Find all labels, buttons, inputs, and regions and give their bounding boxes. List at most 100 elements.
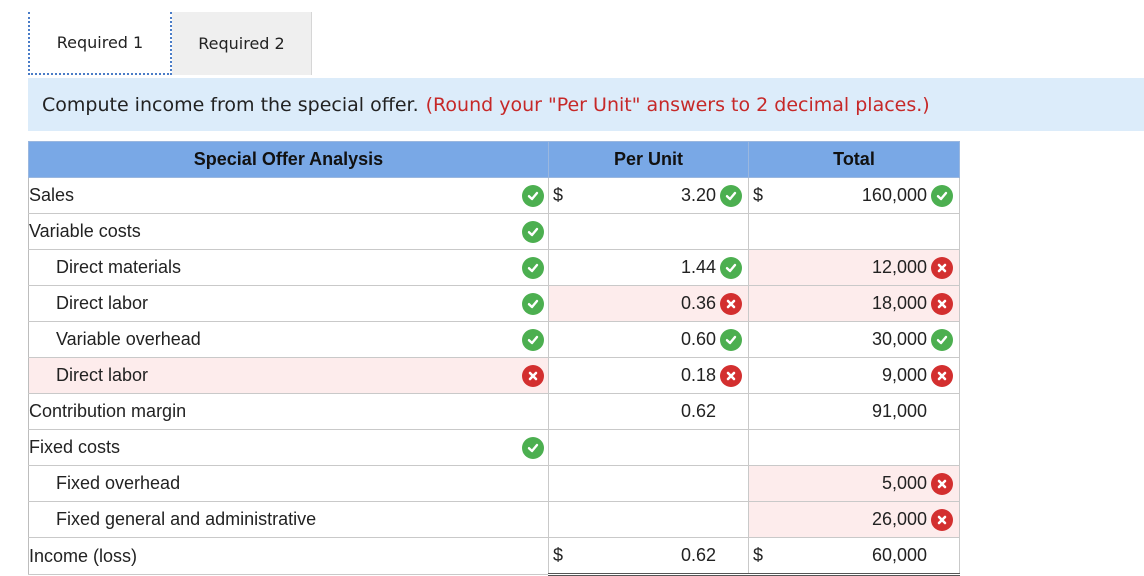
total-empty-icon-slot <box>931 221 953 243</box>
special-offer-table: Special Offer Analysis Per Unit Total Sa… <box>28 141 960 576</box>
row-label-cell[interactable]: Fixed costs <box>28 429 549 466</box>
row-label: Direct labor <box>56 293 149 313</box>
row-label-cell[interactable]: Variable overhead <box>28 321 549 358</box>
check-circle-icon <box>522 292 544 315</box>
row-label-cell[interactable]: Contribution margin <box>28 393 549 430</box>
per-unit-cell[interactable] <box>548 501 749 538</box>
per-unit-cell[interactable]: 0.62 <box>548 393 749 430</box>
check-circle-icon <box>720 328 742 351</box>
label-empty-icon-slot <box>522 401 544 423</box>
check-circle-icon <box>522 328 544 351</box>
total-empty-icon-slot <box>931 545 953 567</box>
check-circle-icon <box>720 256 742 279</box>
per-unit-cell[interactable] <box>548 465 749 502</box>
check-circle-icon <box>931 328 953 351</box>
per-unit-value: 0.62 <box>680 401 716 421</box>
table-row: Income (loss) $0.62 $60,000 <box>28 537 960 576</box>
row-label: Fixed costs <box>29 437 121 457</box>
total-cell[interactable]: 12,000 <box>748 249 960 286</box>
check-circle-icon <box>720 184 742 207</box>
total-dollar-sign: $ <box>753 545 764 565</box>
cross-circle-icon <box>931 256 953 279</box>
per-unit-empty-icon-slot <box>720 509 742 531</box>
cross-circle-icon <box>720 292 742 315</box>
per-unit-cell[interactable] <box>548 429 749 466</box>
total-cell[interactable]: 30,000 <box>748 321 960 358</box>
table-row: Variable costs <box>28 213 960 250</box>
total-value: 5,000 <box>881 473 927 493</box>
check-circle-icon <box>931 184 953 207</box>
tab-bar: Required 1 Required 2 <box>28 12 312 75</box>
table-row: Fixed general and administrative 26,000 <box>28 501 960 538</box>
table-row: Direct labor 0.36 18,000 <box>28 285 960 322</box>
table-row: Sales $3.20 $160,000 <box>28 177 960 214</box>
instruction-note: (Round your "Per Unit" answers to 2 deci… <box>425 93 930 116</box>
per-unit-empty-icon-slot <box>720 473 742 495</box>
cross-circle-icon <box>931 364 953 387</box>
tab-required-2[interactable]: Required 2 <box>172 12 312 75</box>
row-label-cell[interactable]: Direct labor <box>28 357 549 394</box>
header-total: Total <box>748 141 960 178</box>
row-label-cell[interactable]: Income (loss) <box>28 537 549 575</box>
row-label: Contribution margin <box>29 401 187 421</box>
per-unit-cell[interactable]: $3.20 <box>548 177 749 214</box>
total-cell[interactable]: 9,000 <box>748 357 960 394</box>
per-unit-cell[interactable]: 0.18 <box>548 357 749 394</box>
per-unit-empty-icon-slot <box>720 221 742 243</box>
total-empty-icon-slot <box>931 401 953 423</box>
per-unit-value: 0.36 <box>680 293 716 313</box>
per-unit-cell[interactable]: 0.36 <box>548 285 749 322</box>
tab-required-1[interactable]: Required 1 <box>28 12 172 75</box>
header-special-offer-analysis: Special Offer Analysis <box>28 141 549 178</box>
total-cell[interactable]: $60,000 <box>748 537 960 576</box>
per-unit-cell[interactable]: 1.44 <box>548 249 749 286</box>
row-label: Direct labor <box>56 365 149 385</box>
table-header-row: Special Offer Analysis Per Unit Total <box>28 141 960 178</box>
total-value: 160,000 <box>861 185 927 205</box>
label-empty-icon-slot <box>522 473 544 495</box>
total-cell[interactable] <box>748 213 960 250</box>
cross-circle-icon <box>931 508 953 531</box>
total-cell[interactable]: 26,000 <box>748 501 960 538</box>
total-value: 91,000 <box>871 401 927 421</box>
row-label: Sales <box>29 185 75 205</box>
total-value: 18,000 <box>871 293 927 313</box>
total-value: 30,000 <box>871 329 927 349</box>
per-unit-dollar-sign: $ <box>553 185 564 205</box>
row-label-cell[interactable]: Fixed general and administrative <box>28 501 549 538</box>
check-circle-icon <box>522 256 544 279</box>
row-label-cell[interactable]: Variable costs <box>28 213 549 250</box>
row-label-cell[interactable]: Direct labor <box>28 285 549 322</box>
per-unit-cell[interactable]: 0.60 <box>548 321 749 358</box>
row-label: Fixed overhead <box>56 473 181 493</box>
per-unit-cell[interactable]: $0.62 <box>548 537 749 576</box>
total-value: 26,000 <box>871 509 927 529</box>
row-label: Variable costs <box>29 221 141 241</box>
total-cell[interactable]: $160,000 <box>748 177 960 214</box>
total-cell[interactable]: 91,000 <box>748 393 960 430</box>
per-unit-value: 0.62 <box>680 545 716 565</box>
cross-circle-icon <box>931 292 953 315</box>
row-label-cell[interactable]: Sales <box>28 177 549 214</box>
header-per-unit: Per Unit <box>548 141 749 178</box>
table-row: Fixed costs <box>28 429 960 466</box>
table-row: Contribution margin 0.62 91,000 <box>28 393 960 430</box>
row-label-cell[interactable]: Fixed overhead <box>28 465 549 502</box>
total-value: 60,000 <box>871 545 927 565</box>
table-row: Direct materials 1.44 12,000 <box>28 249 960 286</box>
cross-circle-icon <box>522 364 544 387</box>
row-label: Fixed general and administrative <box>56 509 317 529</box>
total-cell[interactable]: 5,000 <box>748 465 960 502</box>
table-row: Variable overhead 0.60 30,000 <box>28 321 960 358</box>
check-circle-icon <box>522 184 544 207</box>
per-unit-cell[interactable] <box>548 213 749 250</box>
check-circle-icon <box>522 436 544 459</box>
row-label: Variable overhead <box>56 329 201 349</box>
table-row: Direct labor 0.18 9,000 <box>28 357 960 394</box>
per-unit-empty-icon-slot <box>720 545 742 567</box>
total-cell[interactable]: 18,000 <box>748 285 960 322</box>
total-dollar-sign: $ <box>753 185 764 205</box>
label-empty-icon-slot <box>522 545 544 567</box>
total-cell[interactable] <box>748 429 960 466</box>
row-label-cell[interactable]: Direct materials <box>28 249 549 286</box>
